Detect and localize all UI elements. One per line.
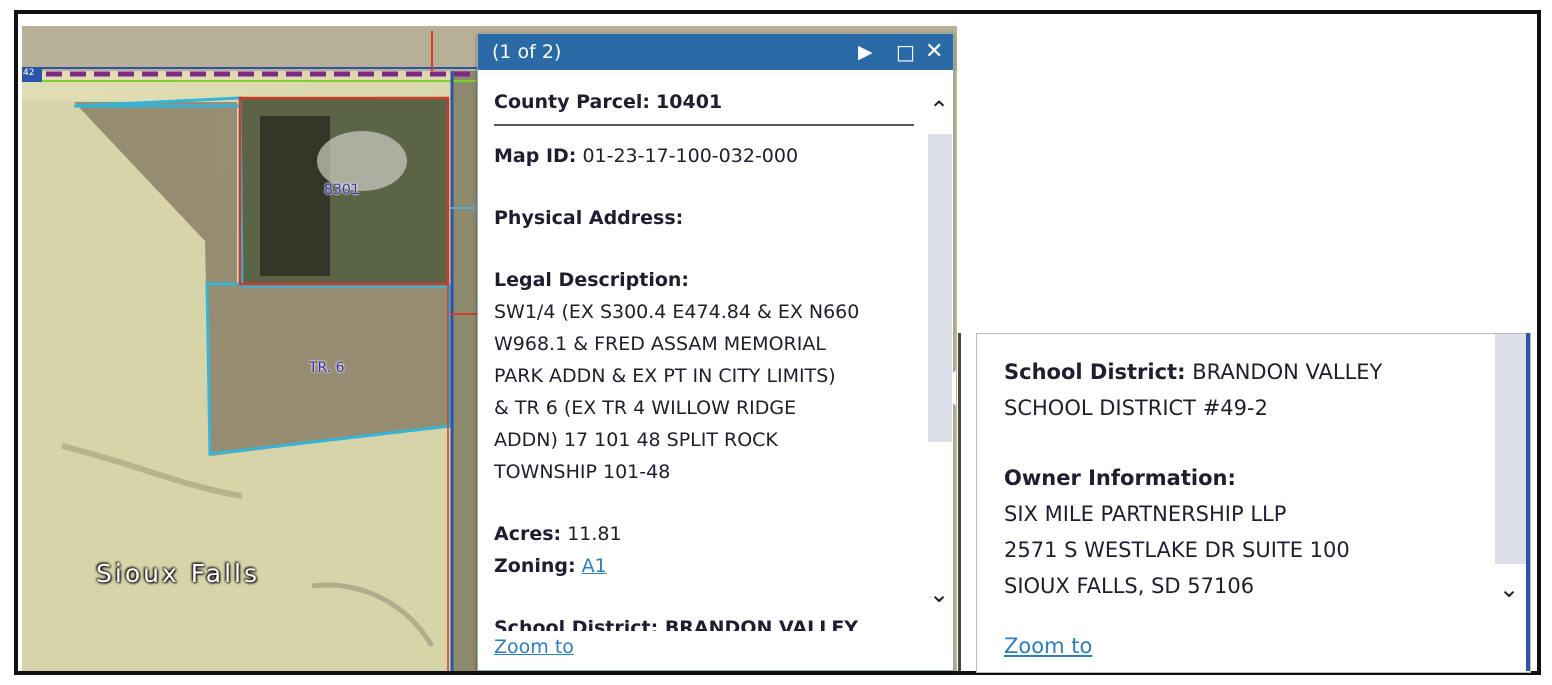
map-id-value: 01-23-17-100-032-000 — [582, 145, 799, 167]
popup2-scrollbar-thumb[interactable] — [1495, 334, 1527, 564]
acres-row: Acres: 11.81 — [494, 518, 914, 550]
popup-scrollbar-thumb[interactable] — [928, 134, 952, 442]
close-icon[interactable]: ✕ — [925, 34, 943, 70]
county-parcel-label: County Parcel: — [494, 91, 650, 113]
route-badge: 42 — [23, 68, 35, 78]
zoom-to-link[interactable]: Zoom to — [1004, 634, 1092, 658]
legal-description-line: & TR 6 (EX TR 4 WILLOW RIDGE — [494, 397, 797, 419]
map-id-row: Map ID: 01-23-17-100-032-000 — [494, 140, 914, 172]
town-label: Sioux Falls — [96, 559, 261, 588]
legal-description-row: Legal Description: — [494, 264, 914, 296]
legal-description-line: TOWNSHIP 101-48 — [494, 461, 671, 483]
school-district-value: BRANDON VALLEY — [1192, 360, 1383, 384]
owner-info-row: Owner Information: — [1004, 460, 1484, 496]
next-feature-icon[interactable]: ▶ — [858, 34, 873, 70]
popup2-content: School District: BRANDON VALLEY SCHOOL D… — [1004, 354, 1484, 604]
popup-content: County Parcel: 10401 Map ID: 01-23-17-10… — [494, 86, 914, 631]
school-district-cutoff: School District: BRANDON VALLEY — [494, 617, 859, 631]
scroll-down-icon[interactable]: ⌄ — [929, 582, 949, 606]
maximize-icon[interactable]: □ — [896, 34, 915, 70]
map-edge-divider — [958, 333, 961, 671]
zoning-row: Zoning: A1 — [494, 550, 914, 582]
map-id-label: Map ID: — [494, 145, 577, 167]
scroll-up-icon[interactable]: ⌃ — [929, 98, 949, 122]
legal-description-line: ADDN) 17 101 48 SPLIT ROCK — [494, 429, 778, 451]
parcel-popup-2-scrolled: School District: BRANDON VALLEY SCHOOL D… — [976, 333, 1531, 673]
owner-info-label: Owner Information: — [1004, 466, 1236, 490]
physical-address-row: Physical Address: — [494, 202, 914, 234]
map-edge-strip — [1526, 333, 1530, 671]
acres-value: 11.81 — [567, 523, 622, 545]
scroll-down-icon[interactable]: ⌄ — [1499, 577, 1519, 601]
parcel-label-tr6: TR. 6 — [309, 360, 345, 376]
legal-description-line: SW1/4 (EX S300.4 E474.84 & EX N660 — [494, 301, 860, 323]
zoning-label: Zoning: — [494, 555, 576, 577]
acres-label: Acres: — [494, 523, 562, 545]
school-district-row: School District: BRANDON VALLEY — [1004, 354, 1484, 390]
county-parcel-value: 10401 — [656, 91, 723, 113]
parcel-label-8301: 8301 — [324, 182, 360, 198]
parcel-popup-1: (1 of 2) ▶ □ ✕ County Parcel: 10401 Map … — [477, 33, 956, 671]
legal-description-label: Legal Description: — [494, 269, 690, 291]
popup-title: County Parcel: 10401 — [494, 86, 914, 126]
owner-line: SIOUX FALLS, SD 57106 — [1004, 574, 1255, 598]
owner-line: SIX MILE PARTNERSHIP LLP — [1004, 502, 1287, 526]
zoom-to-link[interactable]: Zoom to — [494, 636, 574, 658]
popup-header: (1 of 2) ▶ □ ✕ — [478, 34, 953, 70]
legal-description-line: PARK ADDN & EX PT IN CITY LIMITS) — [494, 365, 836, 387]
zoning-link[interactable]: A1 — [582, 555, 607, 577]
physical-address-label: Physical Address: — [494, 207, 684, 229]
legal-description-line: W968.1 & FRED ASSAM MEMORIAL — [494, 333, 826, 355]
popup-counter: (1 of 2) — [492, 41, 562, 63]
school-district-label: School District: — [1004, 360, 1186, 384]
owner-line: 2571 S WESTLAKE DR SUITE 100 — [1004, 538, 1350, 562]
school-district-value-line2: SCHOOL DISTRICT #49-2 — [1004, 396, 1268, 420]
